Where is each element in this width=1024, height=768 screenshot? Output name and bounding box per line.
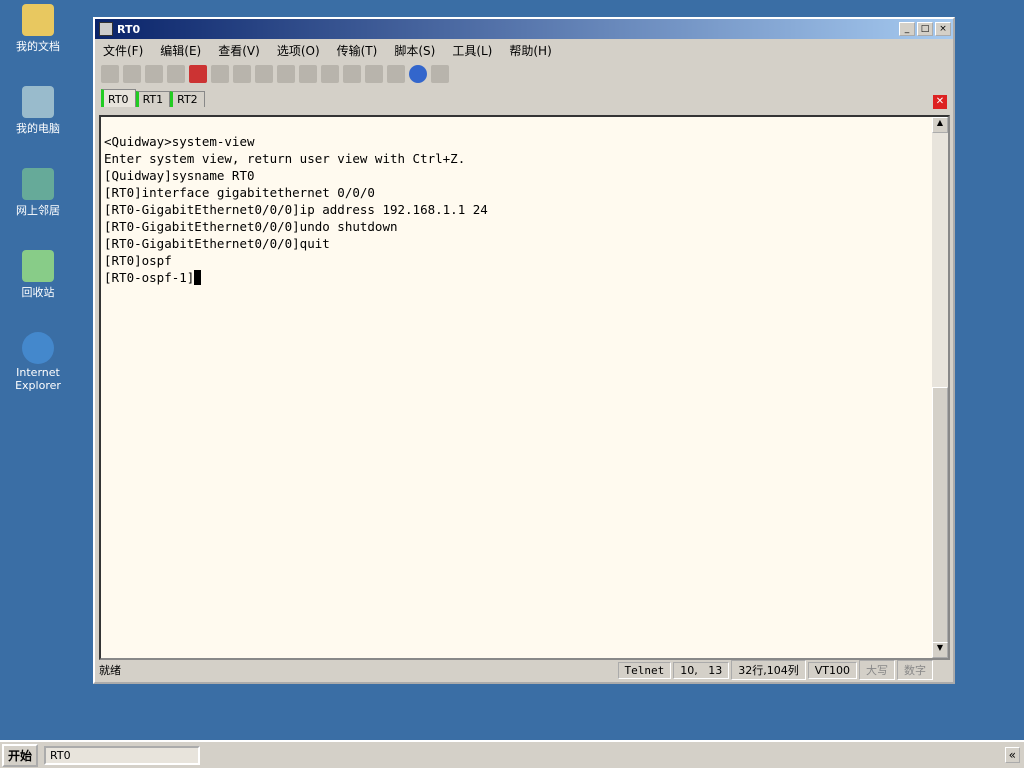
terminal-line: [Quidway]sysname RT0 [104,168,255,183]
close-button[interactable]: × [935,22,951,36]
scroll-up-button[interactable]: ▲ [932,117,948,133]
status-size: 32行,104列 [731,660,806,680]
menu-edit[interactable]: 编辑(E) [160,42,201,59]
terminal-line: [RT0-ospf-1] [104,270,195,285]
desktop-icon-recycle-bin[interactable]: 回收站 [4,250,72,300]
menu-script[interactable]: 脚本(S) [394,42,435,59]
start-button[interactable]: 开始 [2,743,39,767]
terminal-line: <Quidway>system-view [104,134,255,149]
global-options-icon[interactable] [365,65,383,83]
paste-icon[interactable] [233,65,251,83]
vertical-scrollbar[interactable]: ▲ ▼ [932,117,948,658]
desktop-icon-ie[interactable]: Internet Explorer [4,332,72,392]
title-bar[interactable]: RT0 [95,19,953,39]
taskbar: 开始 RT0 « [0,740,1024,768]
menu-file[interactable]: 文件(F) [103,42,143,59]
status-ready: 就绪 [99,664,121,677]
status-bar: 就绪 Telnet 10, 13 32行,104列 VT100 大写 数字 [99,660,951,680]
terminal-line: [RT0-GigabitEthernet0/0/0]undo shutdown [104,219,398,234]
icon-label: 我的电脑 [16,122,60,135]
menu-transfer[interactable]: 传输(T) [337,42,378,59]
print-icon[interactable] [321,65,339,83]
status-protocol: Telnet [617,661,672,679]
session-tabs: RT0 RT1 RT2 [95,87,953,107]
window-title: RT0 [117,22,141,36]
disconnect-icon[interactable] [189,65,207,83]
find-icon[interactable] [255,65,273,83]
close-tab-icon[interactable]: ✕ [933,95,947,109]
menu-help[interactable]: 帮助(H) [509,42,551,59]
terminal-output[interactable]: <Quidway>system-view Enter system view, … [99,115,950,660]
menu-options[interactable]: 选项(O) [277,42,320,59]
copy-icon[interactable] [211,65,229,83]
maximize-button[interactable]: □ [917,22,933,36]
quick-connect-icon[interactable] [123,65,141,83]
connect-tab-icon[interactable] [145,65,163,83]
tray-expand-button[interactable]: « [1004,747,1020,763]
toolbar [95,61,953,87]
app-icon [99,22,113,36]
menu-bar: 文件(F) 编辑(E) 查看(V) 选项(O) 传输(T) 脚本(S) 工具(L… [95,39,953,61]
taskbar-item-rt0[interactable]: RT0 [44,745,201,765]
key-icon[interactable] [387,65,405,83]
terminal-line: [RT0]interface gigabitethernet 0/0/0 [104,185,375,200]
print-setup-icon[interactable] [277,65,295,83]
status-cursor-position: 10, 13 [673,661,730,679]
terminal-window: RT0 _ □ × 文件(F) 编辑(E) 查看(V) 选项(O) 传输(T) … [93,17,955,684]
status-terminal-type: VT100 [807,661,857,679]
connect-icon[interactable] [101,65,119,83]
desktop-icon-my-computer[interactable]: 我的电脑 [4,86,72,136]
cursor [194,270,202,285]
terminal-line: Enter system view, return user view with… [104,151,466,166]
terminal-line: [RT0-GigabitEthernet0/0/0]ip address 192… [104,202,488,217]
terminal-line: [RT0-GigabitEthernet0/0/0]quit [104,236,330,251]
tab-rt0[interactable]: RT0 [101,89,136,107]
icon-label: 网上邻居 [16,204,60,217]
scroll-down-button[interactable]: ▼ [932,642,948,658]
print-selection-icon[interactable] [299,65,317,83]
session-options-icon[interactable] [343,65,361,83]
scroll-thumb[interactable] [932,387,948,645]
tab-rt1[interactable]: RT1 [135,91,171,107]
status-num: 数字 [897,660,933,680]
status-caps: 大写 [859,660,895,680]
keymap-icon[interactable] [431,65,449,83]
icon-label: Internet Explorer [15,366,61,392]
icon-label: 回收站 [21,286,55,299]
terminal-line: [RT0]ospf [104,253,172,268]
menu-view[interactable]: 查看(V) [218,42,260,59]
tab-rt2[interactable]: RT2 [170,91,205,107]
icon-label: 我的文档 [16,40,60,53]
minimize-button[interactable]: _ [899,22,915,36]
reconnect-icon[interactable] [167,65,185,83]
help-icon[interactable] [409,65,427,83]
desktop-icon-my-documents[interactable]: 我的文档 [4,4,72,54]
menu-tools[interactable]: 工具(L) [452,42,492,59]
desktop-icon-network[interactable]: 网上邻居 [4,168,72,218]
